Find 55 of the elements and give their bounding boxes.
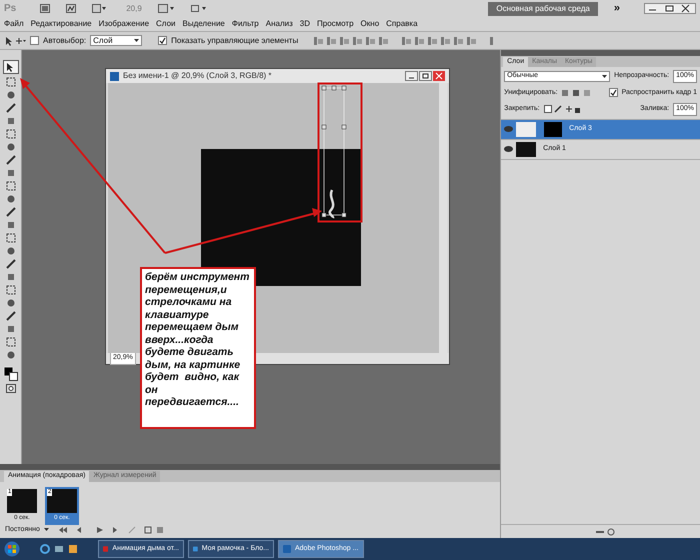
app-icon <box>103 545 108 553</box>
dropdown-arrow-icon <box>602 74 608 78</box>
media-icon[interactable] <box>68 544 78 554</box>
document-icon <box>110 72 119 80</box>
mini-bridge-icon[interactable] <box>66 4 76 13</box>
window-controls-icon[interactable] <box>405 71 445 81</box>
app-icon <box>283 545 291 553</box>
desktop-icon[interactable] <box>54 544 64 554</box>
more-workspaces-button[interactable]: » <box>614 0 620 17</box>
color-swatches-icon[interactable] <box>4 367 18 381</box>
move-tool-icon <box>6 62 16 72</box>
screen-mode-icon[interactable] <box>190 4 206 13</box>
app-icon <box>193 545 198 553</box>
layer-mask-thumbnail <box>544 122 562 136</box>
start-button-icon[interactable] <box>4 541 20 557</box>
smoke-drawing <box>328 190 334 218</box>
layer-dropdown[interactable]: Слой <box>90 35 142 46</box>
layer-thumbnail <box>516 142 536 156</box>
arrange-documents-icon[interactable] <box>158 4 174 13</box>
check-icon <box>610 89 617 96</box>
quick-mask-icon[interactable] <box>6 384 16 393</box>
menu-item[interactable]: Выделение <box>182 18 225 30</box>
checkbox[interactable] <box>30 36 39 45</box>
menu-item[interactable]: Изображение <box>98 18 150 30</box>
browser-icon[interactable] <box>40 544 50 554</box>
check-icon <box>159 37 166 44</box>
checkbox[interactable] <box>158 36 168 45</box>
app-logo: Ps <box>4 2 16 16</box>
dropdown-arrow-icon <box>44 528 49 532</box>
window-controls-icon[interactable] <box>644 3 696 14</box>
layer-thumbnail <box>516 122 536 136</box>
align-buttons-icon[interactable] <box>314 36 494 46</box>
document-title: Без имени-1 @ 20,9% (Слой 3, RGB/8) * <box>123 70 272 82</box>
unify-buttons-icon[interactable] <box>562 88 592 97</box>
show-controls-label: Показать управляющие элементы <box>171 34 298 46</box>
workspace-button[interactable]: Основная рабочая среда <box>488 2 598 16</box>
lock-buttons-icon[interactable] <box>544 105 580 114</box>
menu-item[interactable]: Анализ <box>266 18 293 30</box>
menu-item[interactable]: Справка <box>386 18 418 30</box>
move-tool-icon[interactable] <box>4 34 26 46</box>
menu-item[interactable]: Слои <box>156 18 176 30</box>
checkbox[interactable] <box>608 88 618 98</box>
auto-select-label: Автовыбор: <box>43 34 86 46</box>
menu-item[interactable]: Просмотр <box>317 18 354 30</box>
menu-item[interactable]: Окно <box>360 18 380 30</box>
menu-item[interactable]: Фильтр <box>232 18 259 30</box>
dropdown-arrow-icon <box>134 39 140 42</box>
view-extras-icon[interactable] <box>92 4 106 13</box>
annotation-note: берём инструмент перемещения,и стрелочками на клавиатуре перемещаем дым вверх...когда будете двигать дым, на картинке будет видно, как он передвигается.... <box>140 267 256 429</box>
bridge-icon[interactable] <box>40 4 50 13</box>
menu-item[interactable]: Файл <box>4 18 24 30</box>
menu-item[interactable]: Редактирование <box>30 18 92 30</box>
move-tool-button[interactable] <box>2 60 18 74</box>
menu-item[interactable]: 3D <box>300 18 310 30</box>
eye-icon[interactable] <box>504 146 514 152</box>
